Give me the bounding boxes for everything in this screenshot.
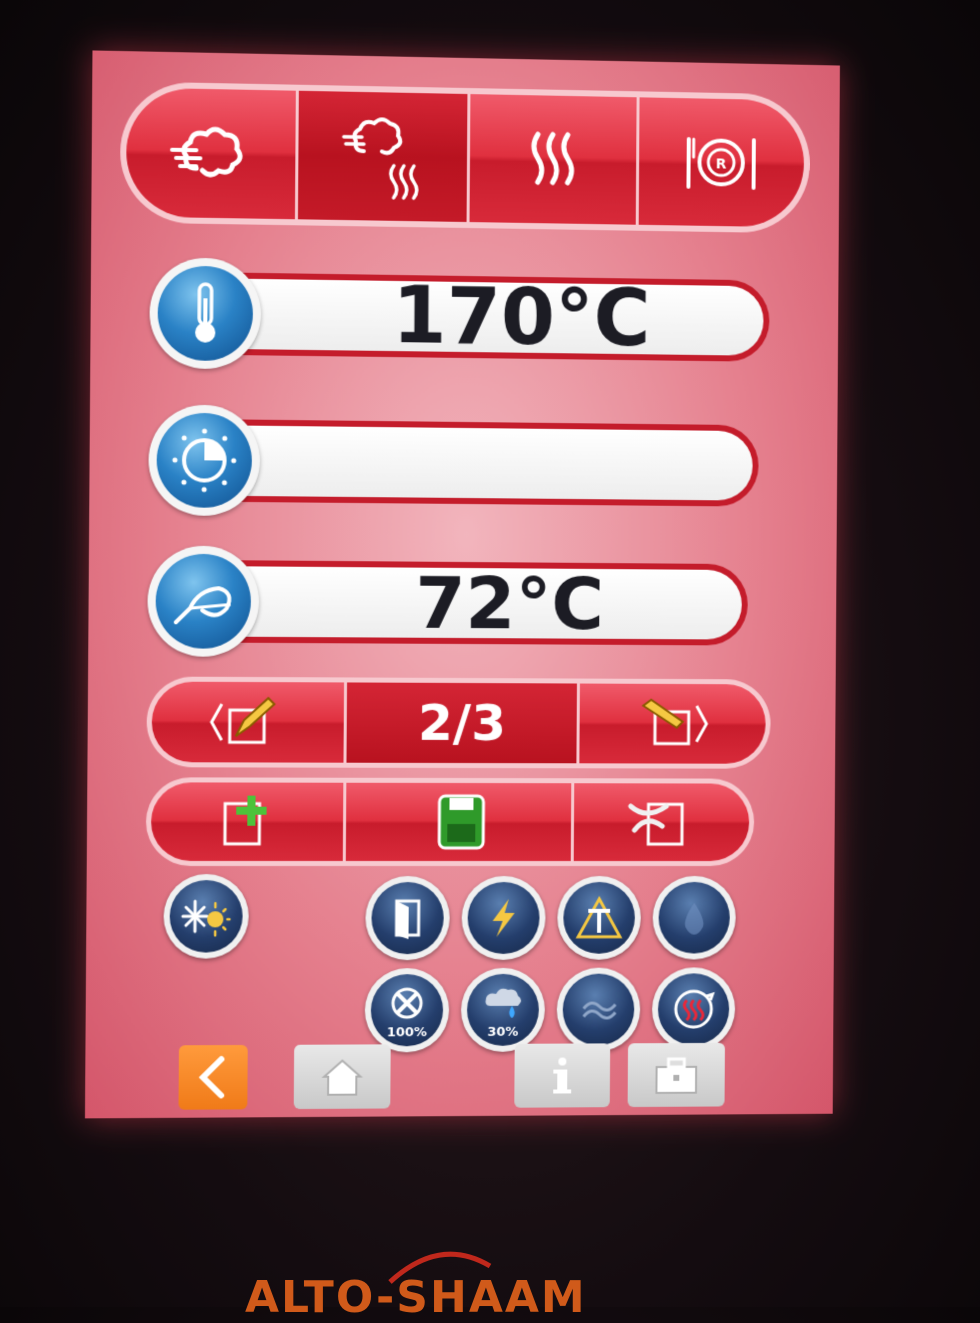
save-icon <box>419 790 499 854</box>
fan-speed-button[interactable]: 100% <box>365 968 450 1052</box>
steam-icon <box>165 107 257 199</box>
brand-logo: ALTO-SHAAM <box>245 1272 587 1323</box>
timer-setting[interactable] <box>148 404 759 520</box>
delete-step-icon <box>622 790 702 854</box>
info-button[interactable] <box>514 1043 610 1107</box>
temperature-setting[interactable]: 170°C <box>149 257 770 376</box>
door-icon <box>382 893 432 943</box>
info-icon <box>538 1051 586 1099</box>
delta-t-icon <box>574 893 624 943</box>
preheat-button[interactable] <box>652 967 736 1051</box>
thermometer-icon <box>170 278 241 349</box>
mode-retherm-button[interactable]: R <box>638 97 804 227</box>
probe-setting[interactable]: 72°C <box>147 545 748 659</box>
back-button[interactable] <box>178 1045 247 1110</box>
probe-icon <box>168 566 239 637</box>
smoke-icon <box>574 985 624 1035</box>
add-step-button[interactable] <box>151 782 347 861</box>
toolbox-button[interactable] <box>628 1043 725 1107</box>
chevron-left-icon <box>189 1053 238 1102</box>
mode-steam-button[interactable] <box>126 87 299 219</box>
preheat-icon <box>669 984 719 1034</box>
auto-mode-button[interactable] <box>163 874 249 959</box>
next-step-icon <box>633 692 713 756</box>
convection-icon <box>508 114 598 205</box>
step-navigation: 2/3 <box>146 676 770 768</box>
combi-icon <box>337 111 428 203</box>
probe-value: 72°C <box>194 566 742 640</box>
humidity-icon <box>669 893 719 943</box>
step-actions <box>146 777 755 866</box>
smoke-button[interactable] <box>556 968 640 1052</box>
save-button[interactable] <box>346 783 574 861</box>
rain-icon <box>478 978 528 1028</box>
add-step-icon <box>207 790 288 854</box>
fan-speed-label: 100% <box>371 1025 443 1040</box>
delta-t-button[interactable] <box>557 876 641 960</box>
home-button[interactable] <box>294 1044 391 1109</box>
mode-combi-button[interactable] <box>298 91 470 222</box>
svg-text:R: R <box>716 157 727 173</box>
mode-convection-button[interactable] <box>469 94 639 225</box>
fan-icon <box>382 978 432 1028</box>
previous-step-icon <box>207 690 288 755</box>
next-step-button[interactable] <box>579 684 766 764</box>
previous-step-button[interactable] <box>152 682 348 763</box>
toolbox-icon <box>652 1051 700 1099</box>
oven-control-screen: R 170°C <box>85 50 840 1118</box>
delete-step-button[interactable] <box>574 783 750 861</box>
step-counter: 2/3 <box>418 694 506 752</box>
timer-icon <box>169 425 240 496</box>
humidity-button[interactable] <box>652 876 736 960</box>
door-button[interactable] <box>365 876 450 960</box>
cooking-mode-bar: R <box>120 81 811 233</box>
rain-label: 30% <box>467 1025 539 1040</box>
retherm-icon: R <box>677 117 766 208</box>
home-icon <box>318 1052 367 1100</box>
snowflake-sun-icon <box>181 891 232 941</box>
power-button[interactable] <box>461 876 545 960</box>
temperature-value: 170°C <box>196 278 764 356</box>
timer-value <box>195 425 753 501</box>
step-indicator: 2/3 <box>346 682 579 763</box>
power-icon <box>479 893 529 943</box>
rain-button[interactable]: 30% <box>461 968 545 1052</box>
